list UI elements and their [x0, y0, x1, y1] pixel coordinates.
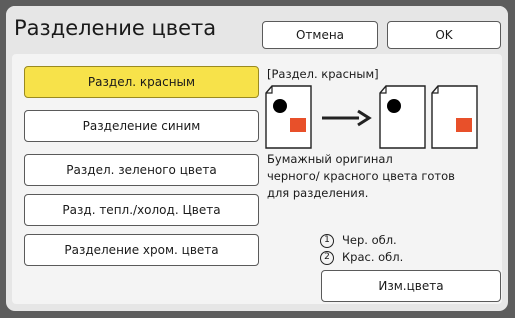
description-line: для разделения. [267, 186, 369, 200]
right-arrow-icon [322, 109, 372, 127]
option-green-separation-button[interactable]: Раздел. зеленого цвета [24, 154, 259, 186]
legend-label: Чер. обл. [342, 233, 397, 247]
black-page-icon [379, 85, 426, 149]
separation-diagram [265, 85, 478, 149]
circled-number-2-icon: 2 [320, 250, 334, 265]
legend-item-black: 1 Чер. обл. [320, 232, 403, 249]
description-line: черного/ красного цвета готов [267, 169, 455, 183]
ok-button[interactable]: OK [387, 21, 501, 49]
original-page-icon [265, 85, 312, 149]
option-chroma-separation-button[interactable]: Разделение хром. цвета [24, 234, 259, 266]
legend-item-red: 2 Крас. обл. [320, 249, 403, 266]
dialog-body: Раздел. красным Разделение синим Раздел.… [12, 54, 502, 304]
description-text: Бумажный оригинал черного/ красного цвет… [267, 151, 497, 202]
cancel-button[interactable]: Отмена [262, 21, 378, 49]
circled-number-1-icon: 1 [320, 233, 334, 248]
description-line: Бумажный оригинал [267, 152, 393, 166]
option-red-separation-button[interactable]: Раздел. красным [24, 66, 259, 98]
description-title: [Раздел. красным] [267, 67, 379, 81]
page-title: Разделение цвета [14, 16, 217, 40]
color-separation-dialog: Разделение цвета Отмена OK Раздел. красн… [6, 6, 508, 311]
legend-label: Крас. обл. [342, 250, 404, 264]
edit-color-button[interactable]: Изм.цвета [321, 270, 501, 302]
option-blue-separation-button[interactable]: Разделение синим [24, 110, 259, 142]
legend: 1 Чер. обл. 2 Крас. обл. [320, 232, 403, 266]
dialog-header: Разделение цвета Отмена OK [6, 6, 508, 54]
option-warm-cool-separation-button[interactable]: Разд. тепл./холод. Цвета [24, 194, 259, 226]
red-page-icon [431, 85, 478, 149]
